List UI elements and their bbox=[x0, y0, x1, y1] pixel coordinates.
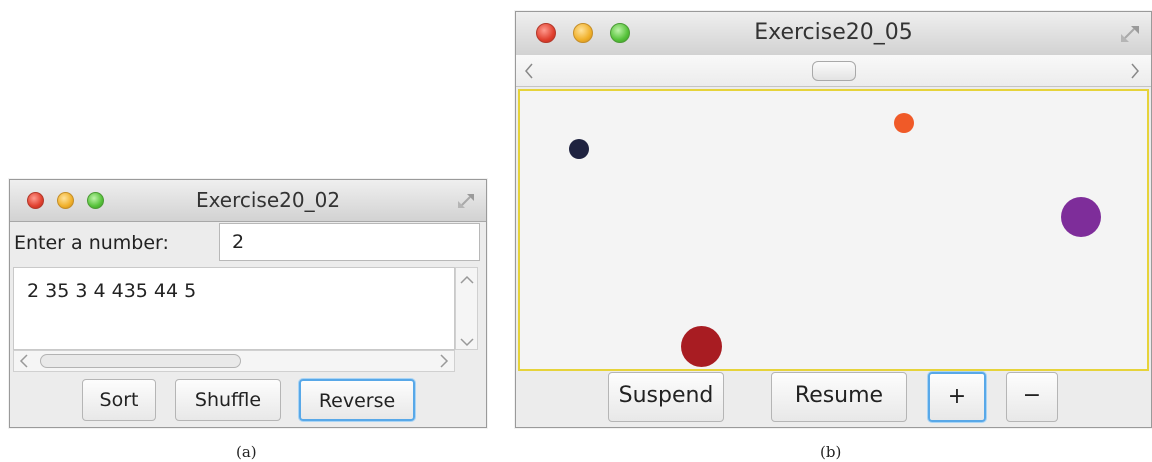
title-bar[interactable]: Exercise20_02 bbox=[10, 180, 486, 222]
ball-pane[interactable] bbox=[518, 89, 1149, 371]
scroll-left-icon[interactable] bbox=[19, 353, 29, 373]
window-title: Exercise20_05 bbox=[754, 20, 913, 45]
number-input[interactable]: 2 bbox=[219, 223, 480, 261]
fullscreen-icon[interactable] bbox=[456, 192, 476, 210]
shuffle-button[interactable]: Shuffle bbox=[175, 379, 281, 421]
reverse-button[interactable]: Reverse bbox=[299, 379, 415, 421]
ball-purple bbox=[1061, 197, 1101, 237]
scroll-down-icon[interactable] bbox=[460, 333, 474, 351]
exercise20-02-window: Exercise20_02 Enter a number: 2 2 35 3 4… bbox=[9, 179, 487, 428]
ball-navy bbox=[569, 139, 589, 159]
remove-ball-button[interactable]: − bbox=[1006, 372, 1058, 422]
resume-button[interactable]: Resume bbox=[771, 372, 907, 422]
ball-orange bbox=[894, 113, 914, 133]
window-title: Exercise20_02 bbox=[195, 188, 341, 212]
speed-scrollbar[interactable] bbox=[516, 55, 1151, 87]
numbers-text-area[interactable]: 2 35 3 4 435 44 5 bbox=[13, 267, 455, 350]
enter-number-label: Enter a number: bbox=[14, 232, 169, 254]
fullscreen-icon[interactable] bbox=[1119, 24, 1141, 44]
add-ball-button[interactable]: + bbox=[928, 372, 986, 422]
vertical-scrollbar[interactable] bbox=[455, 267, 478, 350]
suspend-button[interactable]: Suspend bbox=[608, 372, 724, 422]
scroll-right-icon[interactable] bbox=[439, 353, 449, 373]
ball-red bbox=[681, 326, 722, 367]
speed-scroll-thumb[interactable] bbox=[812, 61, 856, 81]
scroll-left-icon[interactable] bbox=[524, 62, 534, 84]
caption-a: (a) bbox=[236, 443, 257, 461]
horizontal-scrollbar[interactable] bbox=[13, 350, 455, 372]
exercise20-05-window: Exercise20_05 Suspend Resume + − bbox=[515, 11, 1152, 428]
horizontal-scroll-thumb[interactable] bbox=[40, 354, 241, 368]
scroll-up-icon[interactable] bbox=[460, 271, 474, 289]
scroll-right-icon[interactable] bbox=[1130, 62, 1140, 84]
caption-b: (b) bbox=[820, 443, 842, 461]
title-bar[interactable]: Exercise20_05 bbox=[516, 12, 1151, 56]
sort-button[interactable]: Sort bbox=[82, 379, 156, 421]
